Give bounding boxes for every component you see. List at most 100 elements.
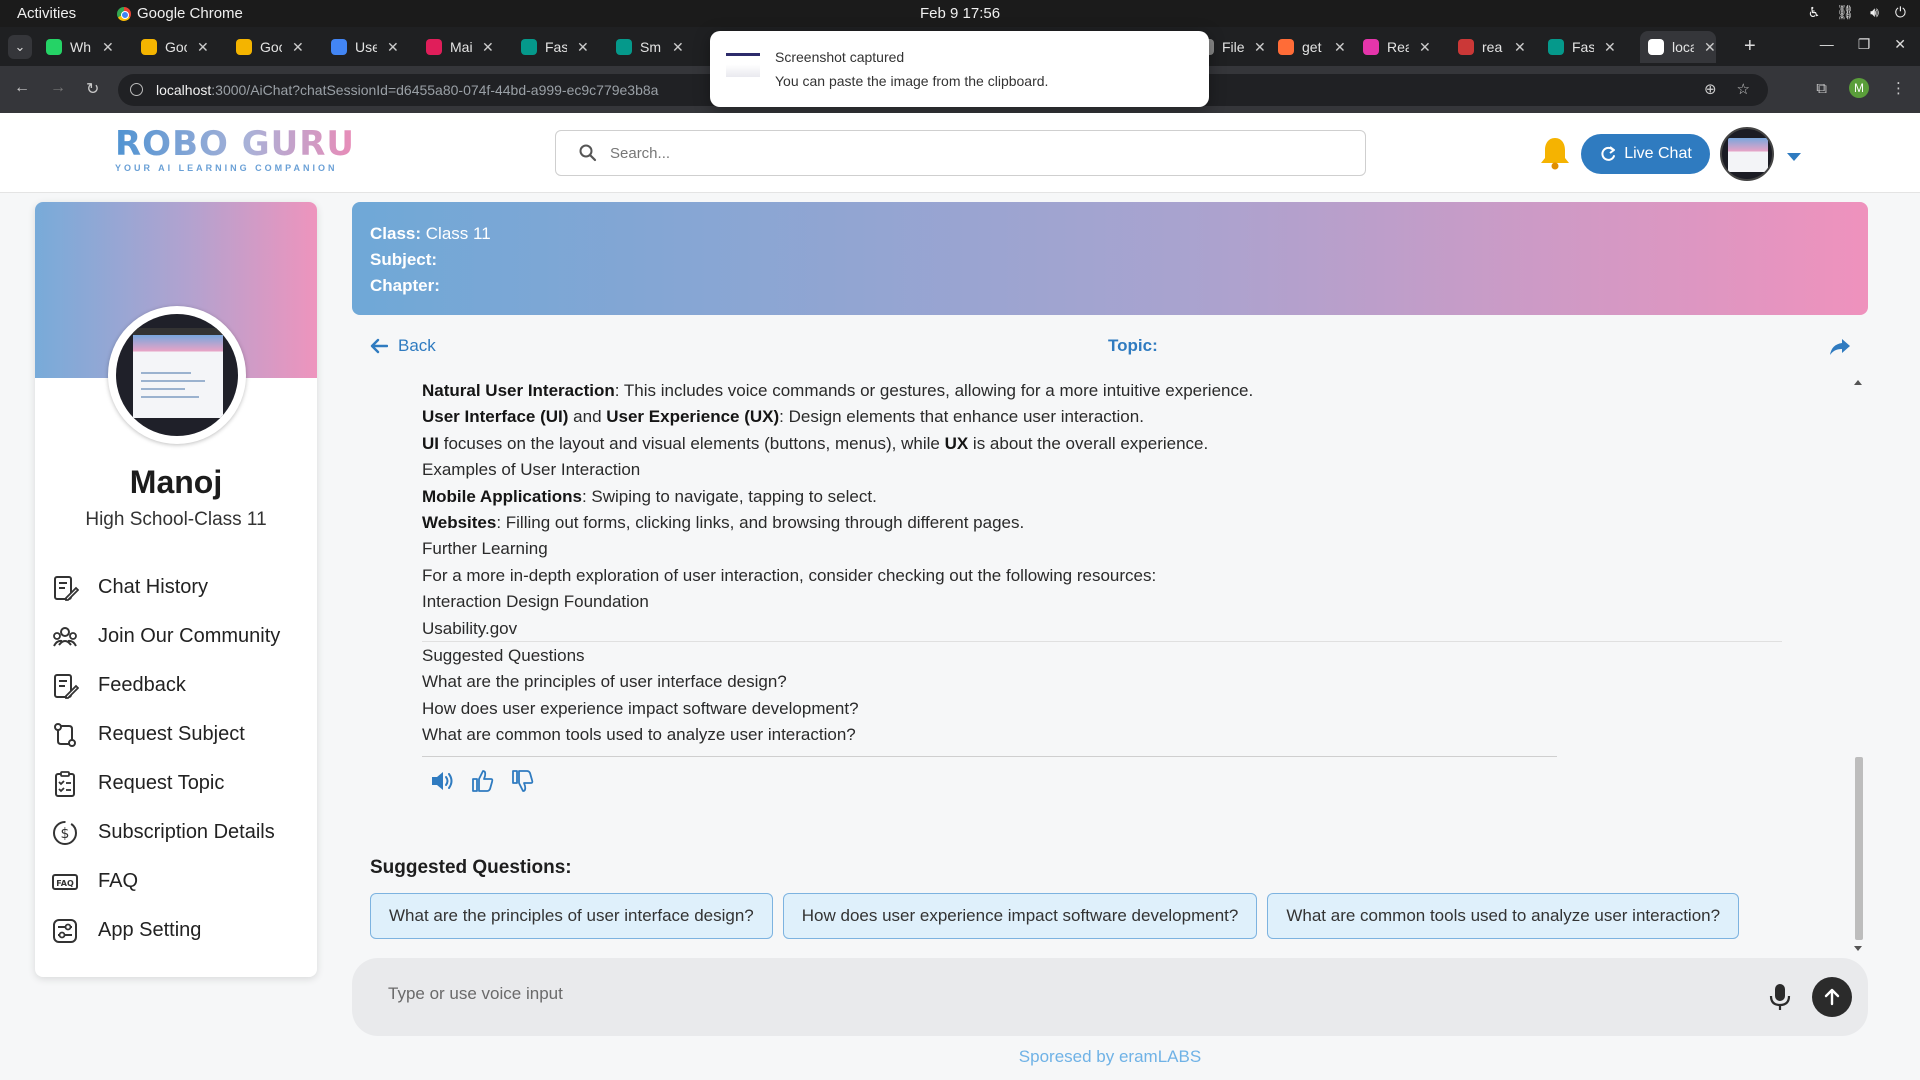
scrollbar-thumb[interactable] bbox=[1855, 757, 1863, 940]
tab-close-icon[interactable]: ✕ bbox=[1334, 39, 1346, 56]
profile-avatar-large[interactable] bbox=[108, 306, 246, 444]
chapter-row: Chapter: bbox=[370, 273, 1868, 299]
scroll-down-arrow[interactable] bbox=[1854, 946, 1862, 951]
sidebar-item-app-setting[interactable]: App Setting bbox=[50, 906, 280, 955]
message-line: What are the principles of user interfac… bbox=[422, 669, 1522, 695]
tab-close-icon[interactable]: ✕ bbox=[1514, 39, 1526, 56]
browser-tab[interactable]: Fas ✕ bbox=[1540, 31, 1616, 63]
sidebar-item-label: Chat History bbox=[98, 576, 209, 598]
browser-tab[interactable]: rea ✕ bbox=[1450, 31, 1526, 63]
accessibility-icon[interactable]: ♿︎ bbox=[1808, 4, 1821, 21]
tab-close-icon[interactable]: ✕ bbox=[387, 39, 399, 56]
thumbs-down-icon[interactable] bbox=[510, 768, 536, 794]
browser-tab[interactable]: Sm ✕ bbox=[608, 31, 684, 63]
screenshot-notification[interactable]: Screenshot captured You can paste the im… bbox=[710, 31, 1209, 107]
speaker-icon[interactable] bbox=[430, 769, 456, 793]
bold-term: Websites bbox=[422, 512, 497, 532]
class-value: Class 11 bbox=[425, 224, 491, 243]
reload-icon[interactable]: ↻ bbox=[86, 79, 99, 99]
notification-bell-icon[interactable] bbox=[1538, 135, 1572, 171]
share-icon[interactable] bbox=[1829, 338, 1851, 356]
tab-close-icon[interactable]: ✕ bbox=[102, 39, 114, 56]
sidebar-item-request-subject[interactable]: Request Subject bbox=[50, 710, 280, 759]
power-icon[interactable]: ⏻ bbox=[1895, 4, 1906, 21]
profile-sidebar: Manoj High School-Class 11 Chat History … bbox=[35, 202, 317, 977]
suggestion-chip[interactable]: What are common tools used to analyze us… bbox=[1267, 893, 1740, 939]
back-nav-icon[interactable]: ← bbox=[14, 79, 30, 97]
bookmark-star-icon[interactable]: ☆ bbox=[1737, 80, 1750, 98]
app-menu[interactable]: Google Chrome bbox=[117, 5, 243, 22]
thumbs-up-icon[interactable] bbox=[470, 768, 496, 794]
tab-close-icon[interactable]: ✕ bbox=[672, 39, 684, 56]
browser-tab[interactable]: Rea ✕ bbox=[1355, 31, 1431, 63]
search-input[interactable] bbox=[610, 144, 1310, 162]
browser-tab[interactable]: Use ✕ bbox=[323, 31, 399, 63]
microphone-icon[interactable] bbox=[1768, 982, 1792, 1012]
search-box[interactable] bbox=[555, 130, 1366, 176]
close-window-icon[interactable]: ✕ bbox=[1894, 36, 1906, 53]
tab-close-icon[interactable]: ✕ bbox=[1254, 39, 1266, 56]
browser-tab[interactable]: get ✕ bbox=[1270, 31, 1346, 63]
scroll-up-arrow[interactable] bbox=[1854, 380, 1862, 385]
minimize-icon[interactable]: — bbox=[1820, 36, 1834, 53]
tab-close-icon[interactable]: ✕ bbox=[197, 39, 209, 56]
sidebar-item-subscription[interactable]: $ Subscription Details bbox=[50, 808, 280, 857]
browser-tab[interactable]: loca ✕ bbox=[1640, 31, 1716, 63]
zoom-icon[interactable]: ⊕ bbox=[1704, 80, 1717, 98]
suggestion-chip[interactable]: How does user experience impact software… bbox=[782, 893, 1258, 939]
maximize-icon[interactable]: ❐ bbox=[1858, 36, 1871, 53]
volume-icon[interactable]: 🔊︎ bbox=[1870, 4, 1879, 21]
edit-note-icon bbox=[50, 573, 80, 603]
suggested-questions-title: Suggested Questions: bbox=[370, 857, 572, 878]
tab-close-icon[interactable]: ✕ bbox=[577, 39, 589, 56]
site-info-icon[interactable] bbox=[130, 83, 143, 96]
browser-tab[interactable]: Fas ✕ bbox=[513, 31, 589, 63]
profile-avatar[interactable]: M bbox=[1849, 78, 1869, 98]
browser-tab[interactable]: Mai ✕ bbox=[418, 31, 494, 63]
tab-close-icon[interactable]: ✕ bbox=[292, 39, 304, 56]
sidebar-item-request-topic[interactable]: Request Topic bbox=[50, 759, 280, 808]
browser-tab[interactable]: Goc ✕ bbox=[133, 31, 209, 63]
tab-favicon-icon bbox=[331, 39, 347, 55]
activities-button[interactable]: Activities bbox=[17, 5, 76, 22]
tab-close-icon[interactable]: ✕ bbox=[1604, 39, 1616, 56]
new-tab-button[interactable]: + bbox=[1744, 35, 1756, 58]
forward-nav-icon[interactable]: → bbox=[50, 79, 66, 97]
send-button[interactable] bbox=[1812, 977, 1852, 1017]
suggestion-chip[interactable]: What are the principles of user interfac… bbox=[370, 893, 773, 939]
user-avatar[interactable] bbox=[1720, 127, 1774, 181]
sidebar-item-community[interactable]: Join Our Community bbox=[50, 612, 280, 661]
tab-close-icon[interactable]: ✕ bbox=[1704, 39, 1716, 56]
clock[interactable]: Feb 9 17:56 bbox=[920, 5, 1000, 22]
sidebar-item-faq[interactable]: FAQ FAQ bbox=[50, 857, 280, 906]
notification-body: You can paste the image from the clipboa… bbox=[775, 73, 1049, 89]
message-line: Suggested Questions bbox=[422, 643, 1522, 669]
sidebar-item-feedback[interactable]: Feedback bbox=[50, 661, 280, 710]
extensions-icon[interactable]: ⧉ bbox=[1816, 80, 1827, 97]
tab-favicon-icon bbox=[1648, 39, 1664, 55]
line-text: For a more in-depth exploration of user … bbox=[422, 565, 1157, 585]
tab-close-icon[interactable]: ✕ bbox=[482, 39, 494, 56]
user-name: Manoj bbox=[129, 464, 223, 500]
browser-tab[interactable]: Wh ✕ bbox=[38, 31, 114, 63]
tab-search-button[interactable]: ⌄ bbox=[8, 35, 32, 59]
network-icon[interactable]: ⛓ bbox=[1836, 4, 1854, 21]
search-icon bbox=[579, 144, 597, 162]
system-tray[interactable]: ♿︎ ⛓ 🔊︎ ⏻ bbox=[1808, 4, 1906, 21]
back-button[interactable]: Back bbox=[370, 336, 436, 356]
chevron-down-icon[interactable] bbox=[1787, 153, 1801, 161]
community-icon bbox=[50, 622, 80, 652]
browser-tab[interactable]: Goc ✕ bbox=[228, 31, 304, 63]
tab-close-icon[interactable]: ✕ bbox=[1419, 39, 1431, 56]
chrome-icon bbox=[117, 6, 131, 21]
sidebar-item-chat-history[interactable]: Chat History bbox=[50, 563, 280, 612]
message-input[interactable] bbox=[388, 984, 1688, 1004]
chat-scrollbar[interactable] bbox=[1854, 380, 1864, 954]
message-line: User Interface (UI) and User Experience … bbox=[422, 404, 1522, 430]
robo-guru-logo[interactable]: ROBO GURU YOUR AI LEARNING COMPANION bbox=[115, 126, 355, 173]
live-chat-button[interactable]: Live Chat bbox=[1581, 134, 1710, 174]
bold-term: User Interface (UI) bbox=[422, 407, 569, 427]
window-controls: — ❐ ✕ bbox=[1820, 36, 1906, 53]
message-line: Mobile Applications: Swiping to navigate… bbox=[422, 484, 1522, 510]
browser-menu-icon[interactable]: ⋮ bbox=[1891, 79, 1906, 97]
